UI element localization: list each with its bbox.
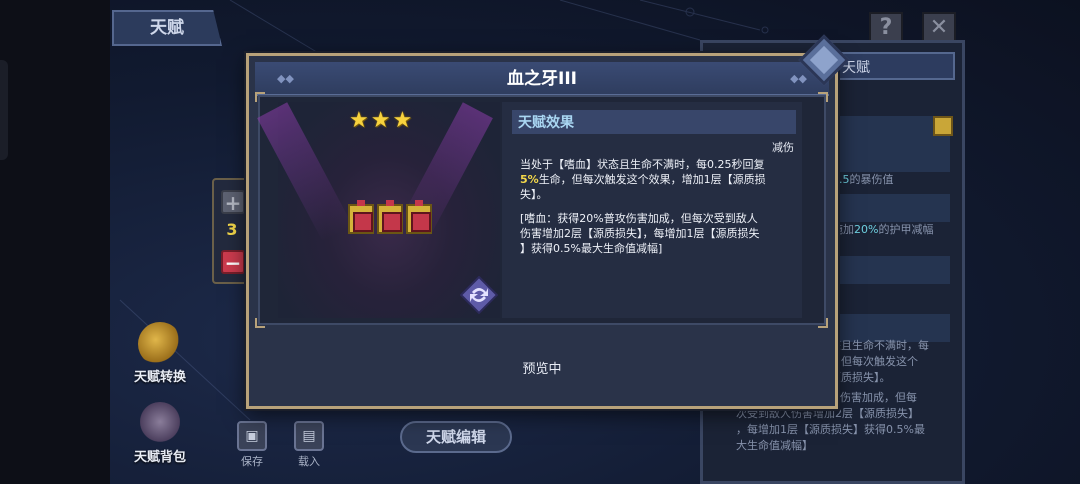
relic-icon: [406, 200, 432, 234]
right-panel-paragraph-1: 态且生命不满时，每 ，但每次触发这个 原质损失】。: [830, 339, 929, 384]
talent-bag-label: 天赋背包: [133, 450, 186, 465]
save-button[interactable]: ▣ 保存: [234, 421, 270, 469]
right-panel-row: [820, 194, 950, 222]
talent-tab[interactable]: 天赋: [112, 10, 222, 46]
right-panel-row: [820, 116, 950, 144]
dialog-title-bar: ◆◆ 血之牙III ◆◆: [255, 62, 829, 96]
effect-tag: 减伤: [772, 141, 794, 154]
title-right-deco-icon: ◆◆: [790, 72, 807, 85]
talent-effect-title: 天赋效果: [518, 115, 574, 131]
left-letterbox: [0, 0, 110, 484]
dialog-title: 血之牙III: [507, 69, 577, 89]
help-icon: ?: [879, 15, 893, 40]
effect-description: 当处于【嗜血】状态且生命不满时，每0.25秒回复 5%生命，但每次触发这个效果，…: [520, 158, 766, 201]
star-rating: ★★★: [349, 108, 415, 133]
right-panel-row: [820, 256, 950, 284]
preview-status: 预览中: [522, 362, 562, 377]
right-panel-line-2: 施加20%的护甲减幅: [832, 223, 934, 236]
talent-tab-label: 天赋: [150, 18, 184, 38]
increase-level-button[interactable]: +: [221, 190, 245, 214]
cycle-swap-icon[interactable]: [460, 276, 498, 314]
load-label: 载入: [298, 455, 320, 468]
talent-switch-icon: [138, 322, 182, 366]
relic-icon: [348, 200, 374, 234]
close-icon: ✕: [929, 15, 949, 40]
decrease-level-button[interactable]: −: [221, 250, 245, 274]
load-button[interactable]: ▤ 载入: [291, 421, 327, 469]
load-icon: ▤: [294, 421, 324, 451]
talent-switch-label: 天赋转换: [133, 370, 186, 385]
talent-effect-panel: [502, 102, 802, 318]
talent-switch-button[interactable]: 天赋转换: [125, 322, 195, 385]
talent-bag-button[interactable]: 天赋背包: [125, 402, 195, 465]
effect-note: [嗜血：获得20%普攻伤害加成，但每次受到敌人 伤害增加2层【源质损失】，每增加…: [520, 212, 760, 255]
right-panel-row: [820, 144, 950, 172]
save-icon: ▣: [237, 421, 267, 451]
save-label: 保存: [241, 455, 263, 468]
frame-corner: [818, 318, 828, 328]
talent-effect-header: 天赋效果: [512, 110, 796, 134]
level-value: 3: [226, 220, 238, 239]
frame-corner: [255, 318, 265, 328]
talent-edit-button[interactable]: 天赋编辑: [400, 421, 512, 453]
talent-bag-icon: [138, 402, 182, 446]
right-panel-line-1: 0.5的暴伤值: [832, 173, 894, 186]
frame-corner: [255, 92, 265, 102]
frame-corner: [818, 92, 828, 102]
info-badge-icon[interactable]: [933, 116, 953, 136]
relic-icon: [377, 200, 403, 234]
